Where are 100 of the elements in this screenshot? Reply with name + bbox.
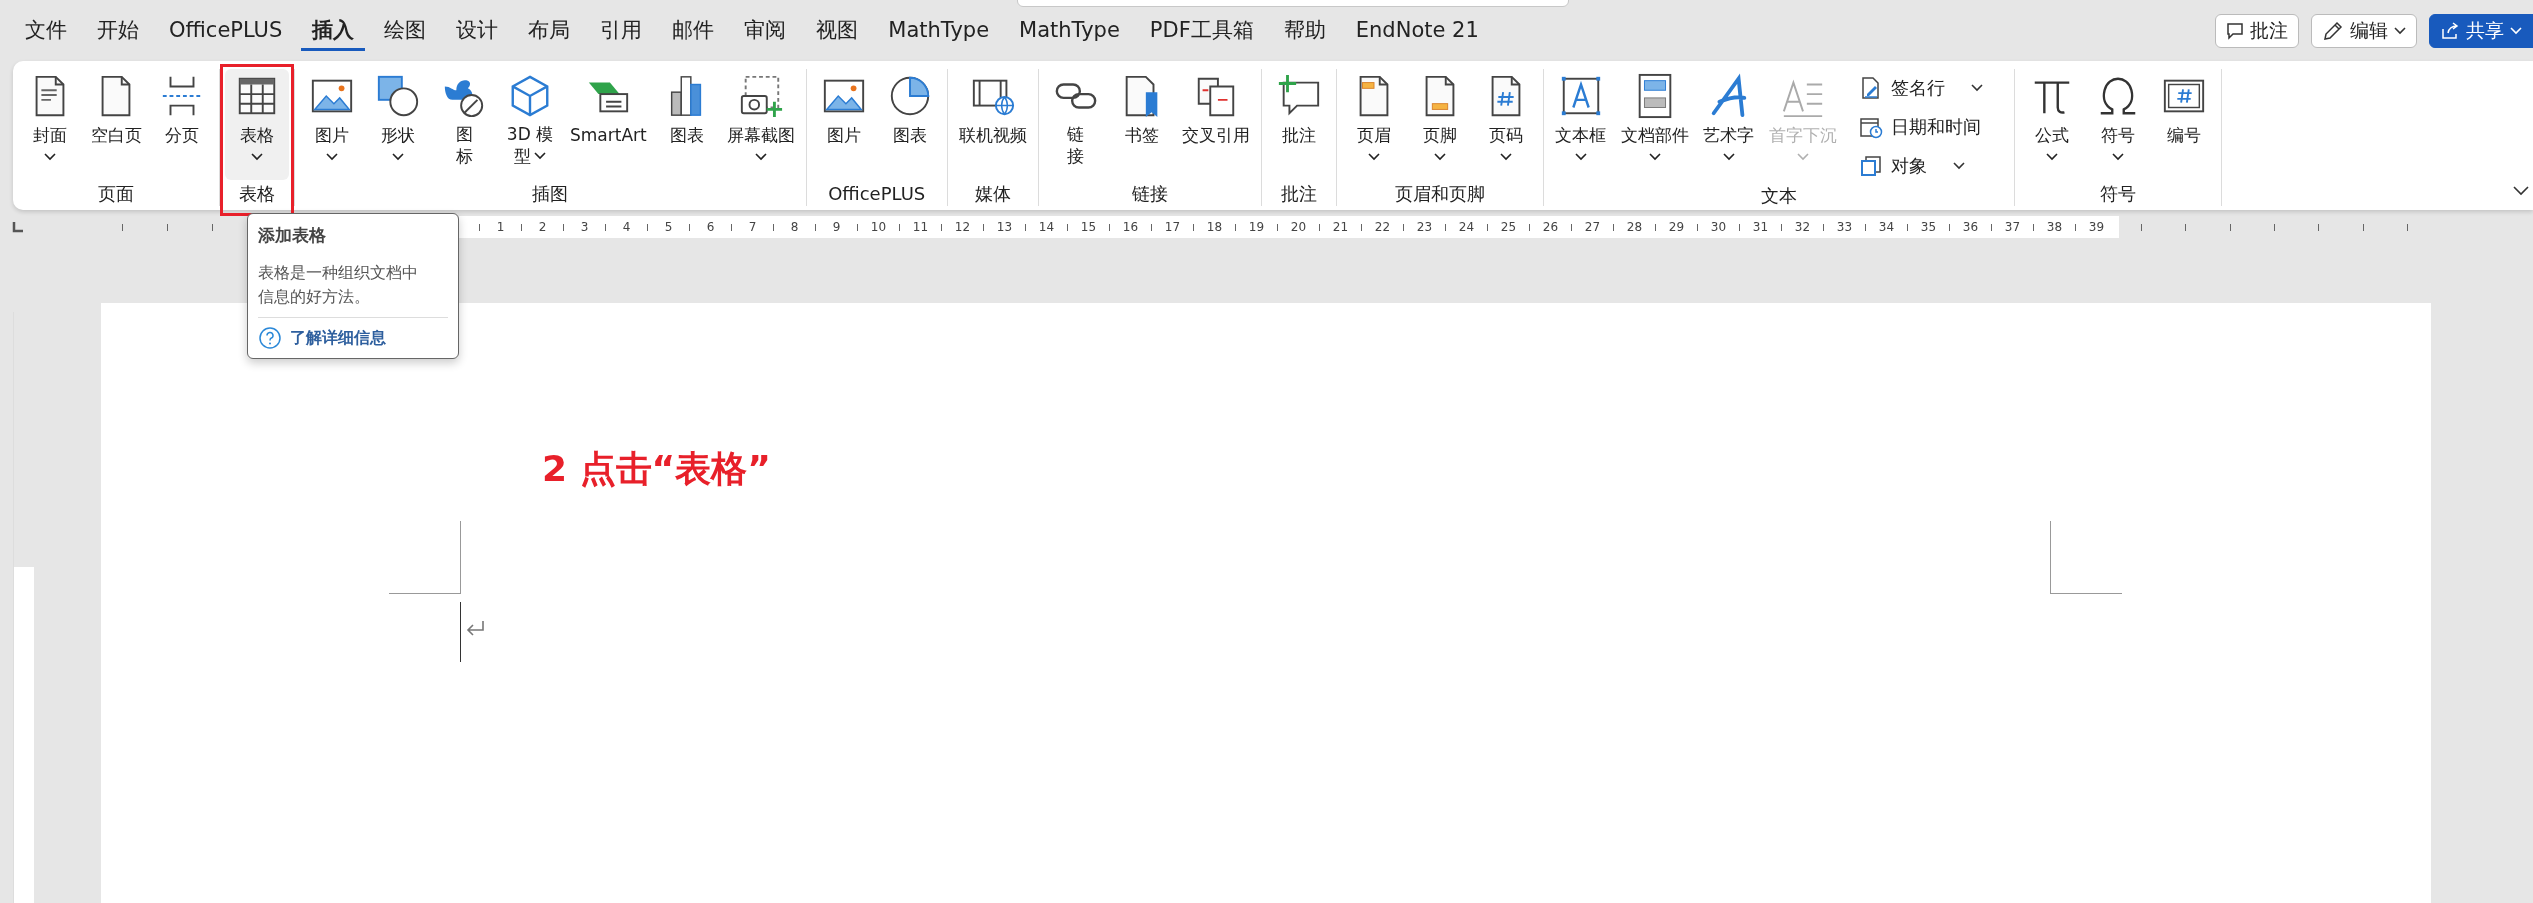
ruler-number: 4 xyxy=(621,220,632,234)
ruler-number: 31 xyxy=(1751,220,1770,234)
ruler-number: 22 xyxy=(1373,220,1392,234)
tooltip-text: 表格是一种组织文档中信息的好方法。 xyxy=(258,262,419,308)
ruler-number: 7 xyxy=(747,220,758,234)
ribbon-tab[interactable]: PDF工具箱 xyxy=(1138,10,1265,51)
ruler-number: 6 xyxy=(705,220,716,234)
ribbon-tab[interactable]: 审阅 xyxy=(733,10,798,51)
ruler-number: 10 xyxy=(869,220,888,234)
ribbon-button[interactable]: 艺术字 xyxy=(1696,69,1761,182)
group-label: 表格 xyxy=(239,182,275,206)
ribbon-button[interactable]: 页码 xyxy=(1473,69,1538,180)
group-label: 批注 xyxy=(1280,182,1317,206)
ruler-number: 28 xyxy=(1625,220,1644,234)
ruler-number: 38 xyxy=(2045,220,2064,234)
ribbon-button[interactable]: 联机视频 xyxy=(952,69,1033,180)
ruler-number: 20 xyxy=(1289,220,1308,234)
ruler-number: 12 xyxy=(953,220,972,234)
share-button[interactable]: 共享 xyxy=(2429,13,2533,48)
ribbon-button[interactable]: 页脚 xyxy=(1407,69,1472,180)
group-label: 媒体 xyxy=(974,182,1011,206)
ribbon-button[interactable]: 分页 xyxy=(150,69,214,180)
ruler-number: 30 xyxy=(1709,220,1728,234)
ribbon-tab[interactable]: 布局 xyxy=(517,10,582,51)
ribbon-button[interactable]: 图标 xyxy=(432,69,496,180)
ribbon-button[interactable]: 表格 xyxy=(225,69,289,180)
ribbon-button[interactable]: 图表 xyxy=(877,69,942,180)
ribbon-tab[interactable]: 帮助 xyxy=(1272,10,1337,51)
ruler-number: 11 xyxy=(911,220,930,234)
ruler-number: 26 xyxy=(1541,220,1560,234)
ruler-number: 24 xyxy=(1457,220,1476,234)
group-label: 页眉和页脚 xyxy=(1394,182,1485,206)
ruler-number: 17 xyxy=(1163,220,1182,234)
comment-button[interactable]: 批注 xyxy=(2215,13,2299,48)
ribbon-tab[interactable]: 邮件 xyxy=(661,10,726,51)
ruler-number: 34 xyxy=(1877,220,1896,234)
ribbon-tab[interactable]: 插入 xyxy=(301,10,366,51)
group-label: 链接 xyxy=(1131,182,1168,206)
ribbon-tab[interactable]: EndNote 21 xyxy=(1344,10,1490,51)
ribbon-button[interactable]: 图片 xyxy=(300,69,364,180)
ruler-number: 16 xyxy=(1121,220,1140,234)
ribbon-tab[interactable]: 文件 xyxy=(14,10,78,51)
group-label: 文本 xyxy=(1760,184,1797,208)
ribbon-button[interactable]: 签名行 xyxy=(1854,71,2003,104)
ruler-number: 8 xyxy=(789,220,800,234)
ribbon-button[interactable]: SmartArt xyxy=(564,69,653,180)
ribbon-button[interactable]: 3D 模型 xyxy=(498,69,562,180)
ribbon-tab[interactable]: 设计 xyxy=(445,10,510,51)
ruler-number: 13 xyxy=(995,220,1014,234)
ribbon-button[interactable]: 符号 xyxy=(2085,69,2150,180)
learn-more-link[interactable]: 了解详细信息 xyxy=(290,327,386,349)
ribbon-button[interactable]: 文本框 xyxy=(1548,69,1613,182)
ruler-number: 29 xyxy=(1667,220,1686,234)
ribbon-button[interactable]: 空白页 xyxy=(84,69,148,180)
ruler-number: 23 xyxy=(1415,220,1434,234)
ribbon-tab[interactable]: MathType xyxy=(1008,10,1131,51)
ruler-number: 33 xyxy=(1835,220,1854,234)
ruler-number: 39 xyxy=(2087,220,2106,234)
ribbon-button[interactable]: 封面 xyxy=(18,69,82,180)
ruler-number: 14 xyxy=(1037,220,1056,234)
edit-button[interactable]: 编辑 xyxy=(2311,13,2417,48)
group-label: OfficePLUS xyxy=(828,182,926,206)
ribbon-button[interactable]: 书签 xyxy=(1109,69,1174,180)
ribbon-button[interactable]: 交叉引用 xyxy=(1175,69,1256,180)
ribbon-button[interactable]: 图片 xyxy=(811,69,876,180)
ruler-number: 37 xyxy=(2003,220,2022,234)
group-label: 符号 xyxy=(2099,182,2136,206)
ribbon-button[interactable]: 批注 xyxy=(1266,69,1331,180)
annotation-text: 2 点击“表格” xyxy=(542,447,772,491)
ruler-number: 21 xyxy=(1331,220,1350,234)
ribbon-tab[interactable]: 开始 xyxy=(86,10,150,51)
ribbon-tab[interactable]: 绘图 xyxy=(373,10,438,51)
ribbon-button[interactable]: 页眉 xyxy=(1341,69,1406,180)
ruler-number: 9 xyxy=(831,220,842,234)
ribbon-button[interactable]: 日期和时间 xyxy=(1854,110,2003,143)
ruler-number: 25 xyxy=(1499,220,1518,234)
ribbon-button[interactable]: 文档部件 xyxy=(1614,69,1695,182)
ruler-number: 3 xyxy=(579,220,590,234)
ribbon-tab[interactable]: 视图 xyxy=(805,10,870,51)
group-label: 插图 xyxy=(532,182,569,206)
ruler-number: 15 xyxy=(1079,220,1098,234)
ribbon-button[interactable]: 链接 xyxy=(1043,69,1108,180)
ruler-number: 1 xyxy=(495,220,506,234)
ruler-number: 19 xyxy=(1247,220,1266,234)
ribbon-button[interactable]: 图表 xyxy=(654,69,719,180)
ruler-number: 27 xyxy=(1583,220,1602,234)
ribbon-tab[interactable]: MathType xyxy=(877,10,1001,51)
ruler-number: 36 xyxy=(1961,220,1980,234)
ribbon-button[interactable]: 编号 xyxy=(2151,69,2216,180)
ruler-number: 35 xyxy=(1919,220,1938,234)
ribbon-tab[interactable]: OfficePLUS xyxy=(158,10,294,51)
ribbon-button[interactable]: 公式 xyxy=(2019,69,2084,180)
ruler-number: 2 xyxy=(537,220,548,234)
ribbon-button[interactable]: 形状 xyxy=(366,69,430,180)
ruler-number: 5 xyxy=(663,220,674,234)
ruler-number: 32 xyxy=(1793,220,1812,234)
ribbon-button[interactable]: 屏幕截图 xyxy=(720,69,801,180)
group-label: 页面 xyxy=(98,182,134,206)
ribbon-tab[interactable]: 引用 xyxy=(589,10,654,51)
ribbon-button[interactable]: 对象 xyxy=(1854,149,2003,182)
